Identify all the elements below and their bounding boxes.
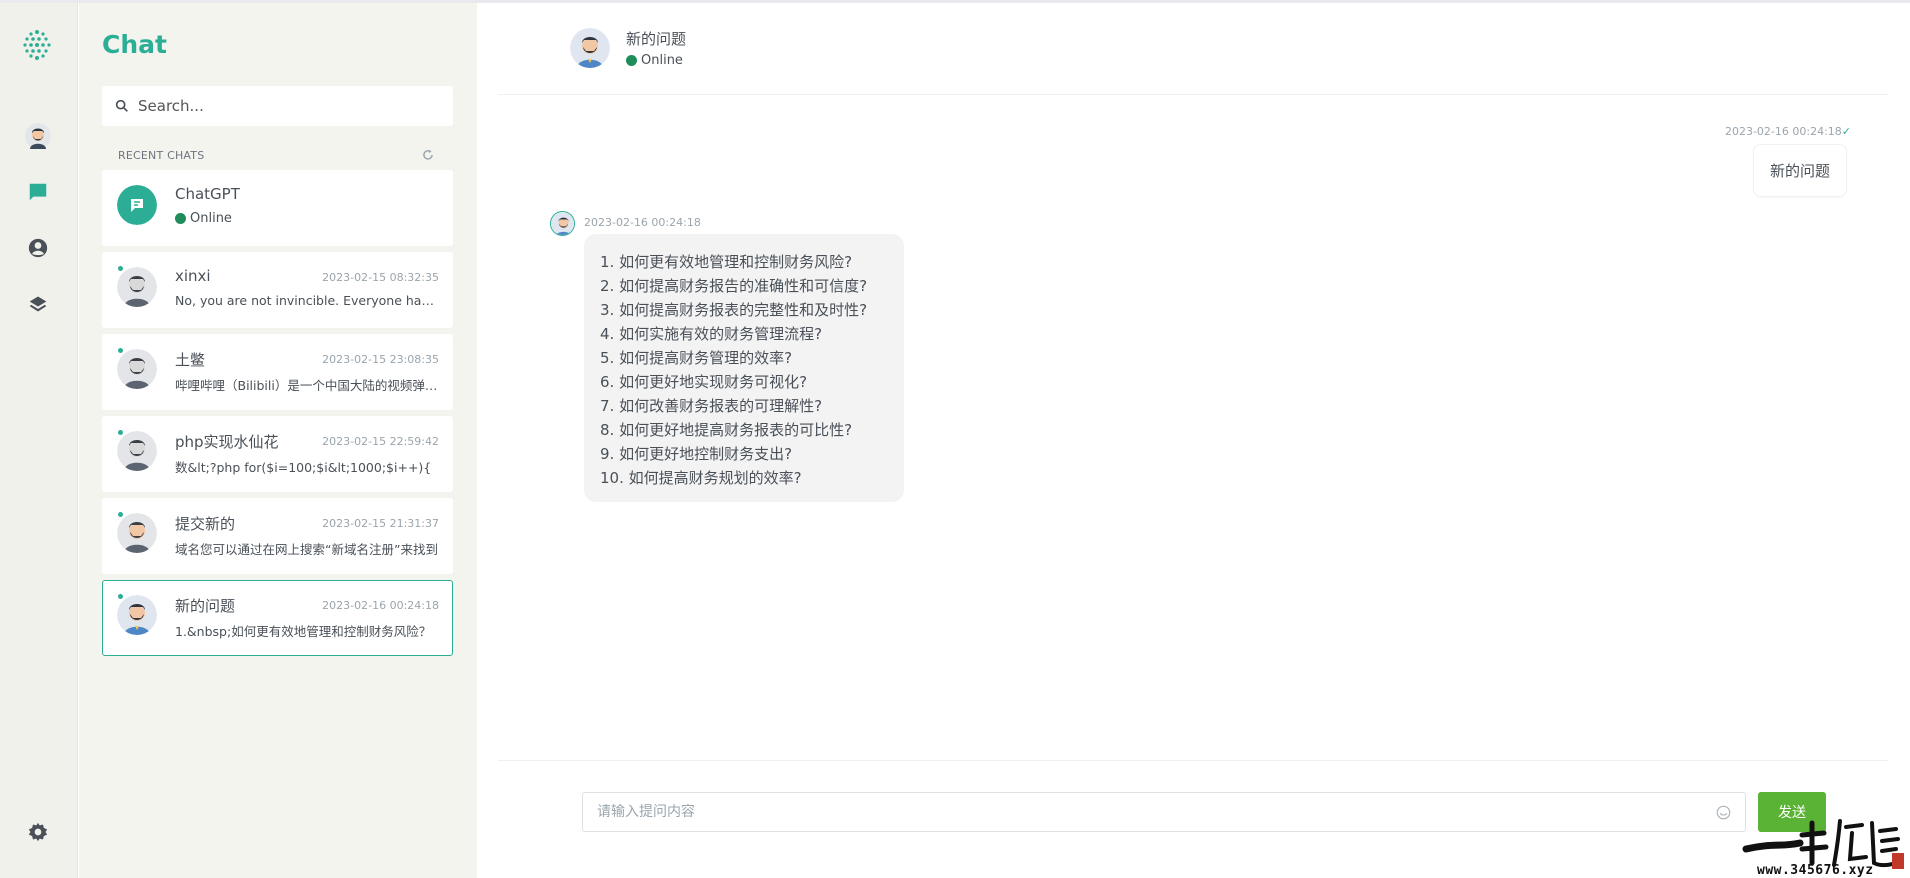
app-logo-icon[interactable] [19, 27, 55, 63]
chat-preview: 域名您可以通过在网上搜索“新域名注册”来找到 [175, 542, 438, 557]
chat-name: xinxi [175, 267, 211, 285]
search-input[interactable] [138, 97, 438, 115]
answer-line: 7. 如何改善财务报表的可理解性? [600, 397, 823, 415]
conversation-status: Online [626, 53, 683, 68]
user-circle-icon[interactable] [22, 232, 54, 264]
message-input[interactable] [597, 804, 1697, 820]
answer-line: 9. 如何更好地控制财务支出? [600, 445, 793, 463]
chat-time: 2023-02-15 08:32:35 [322, 271, 439, 284]
chat-list-panel: Chat RECENT CHATS ChatGPT Online xinxi 2 [79, 3, 477, 878]
chat-name: 提交新的 [175, 515, 236, 533]
chat-preview: 1.&nbsp;如何更有效地管理和控制财务风险？ [175, 624, 432, 639]
chat-item-xinxi[interactable]: xinxi 2023-02-15 08:32:35 No, you are no… [102, 252, 453, 328]
message-composer: 发送 [498, 760, 1888, 878]
chat-icon[interactable] [22, 176, 54, 208]
online-label: Online [190, 211, 232, 226]
avatar [117, 595, 157, 635]
layers-icon[interactable] [22, 288, 54, 320]
chat-time: 2023-02-15 21:31:37 [322, 517, 439, 530]
message-field[interactable] [582, 792, 1746, 832]
chat-item-new-question[interactable]: 新的问题 2023-02-16 00:24:18 1.&nbsp;如何更有效地管… [102, 580, 453, 656]
icon-sidebar [0, 3, 78, 878]
chat-item-php[interactable]: php实现水仙花 2023-02-15 22:59:42 数&lt;?php f… [102, 416, 453, 492]
emoji-icon[interactable] [1716, 805, 1731, 820]
recent-chats-heading: RECENT CHATS [118, 149, 205, 162]
settings-gear-icon[interactable] [22, 816, 54, 848]
answer-line: 5. 如何提高财务管理的效率? [600, 349, 793, 367]
read-check-icon: ✓ [1841, 125, 1851, 138]
presence-dot [117, 593, 124, 600]
answer-list: 1. 如何更有效地管理和控制财务风险? 2. 如何提高财务报告的准确性和可信度?… [600, 250, 888, 490]
chat-time: 2023-02-16 00:24:18 [322, 599, 439, 612]
chat-name: 新的问题 [175, 597, 236, 615]
avatar [117, 267, 157, 307]
search-box[interactable] [102, 86, 453, 126]
answer-line: 2. 如何提高财务报告的准确性和可信度? [600, 277, 868, 295]
avatar [117, 431, 157, 471]
received-time: 2023-02-16 00:24:18 [584, 216, 701, 229]
app-window: Chat RECENT CHATS ChatGPT Online xinxi 2 [0, 0, 1910, 878]
presence-dot [117, 429, 124, 436]
chatgpt-avatar [117, 185, 157, 225]
answer-line: 4. 如何实施有效的财务管理流程? [600, 325, 823, 343]
panel-title: Chat [102, 30, 167, 59]
chat-item-tubie[interactable]: 土鳖 2023-02-15 23:08:35 哔哩哔哩（Bilibili）是一个… [102, 334, 453, 410]
chat-preview: 哔哩哔哩（Bilibili）是一个中国大陆的视频弹幕网站 [175, 378, 440, 393]
conversation-pane: 新的问题 Online 2023-02-16 00:24:18✓ 新的问题 20… [478, 3, 1910, 878]
sent-meta: 2023-02-16 00:24:18✓ [1725, 125, 1851, 138]
search-icon [115, 99, 128, 112]
chat-time: 2023-02-15 22:59:42 [322, 435, 439, 448]
answer-line: 10. 如何提高财务规划的效率? [600, 469, 802, 487]
chat-item-submit[interactable]: 提交新的 2023-02-15 21:31:37 域名您可以通过在网上搜索“新域… [102, 498, 453, 574]
answer-line: 3. 如何提高财务报表的完整性和及时性? [600, 301, 868, 319]
answer-line: 6. 如何更好地实现财务可视化? [600, 373, 808, 391]
chat-preview: No, you are not invincible. Everyone has… [175, 293, 440, 308]
chat-list: ChatGPT Online xinxi 2023-02-15 08:32:35… [102, 170, 453, 662]
chat-name: ChatGPT [175, 185, 240, 203]
online-dot-icon [626, 55, 637, 66]
avatar [117, 349, 157, 389]
refresh-icon[interactable] [421, 148, 435, 162]
sent-time: 2023-02-16 00:24:18 [1724, 125, 1842, 138]
received-message-bubble: 1. 如何更有效地管理和控制财务风险? 2. 如何提高财务报告的准确性和可信度?… [584, 234, 904, 502]
watermark-url: www.345676.xyz [1757, 863, 1874, 878]
online-status: Online [175, 211, 232, 226]
presence-dot [117, 347, 124, 354]
chat-preview: 数&lt;?php for($i=100;$i&lt;1000;$i++){ [175, 460, 432, 475]
profile-avatar-icon[interactable] [22, 120, 54, 152]
answer-line: 8. 如何更好地提高财务报表的可比性? [600, 421, 853, 439]
conversation-header: 新的问题 Online [498, 3, 1888, 95]
sent-message-bubble: 新的问题 [1752, 144, 1847, 197]
contact-avatar[interactable] [570, 28, 610, 68]
presence-dot [117, 511, 124, 518]
avatar [117, 513, 157, 553]
chat-item-chatgpt[interactable]: ChatGPT Online [102, 170, 453, 246]
conversation-title: 新的问题 [626, 30, 687, 48]
presence-dot [117, 265, 124, 272]
status-label: Online [641, 53, 683, 68]
chat-time: 2023-02-15 23:08:35 [322, 353, 439, 366]
answer-line: 1. 如何更有效地管理和控制财务风险? [600, 253, 853, 271]
chat-name: 土鳖 [175, 351, 206, 369]
assistant-avatar [550, 211, 575, 236]
chat-name: php实现水仙花 [175, 433, 279, 451]
online-dot-icon [175, 213, 186, 224]
